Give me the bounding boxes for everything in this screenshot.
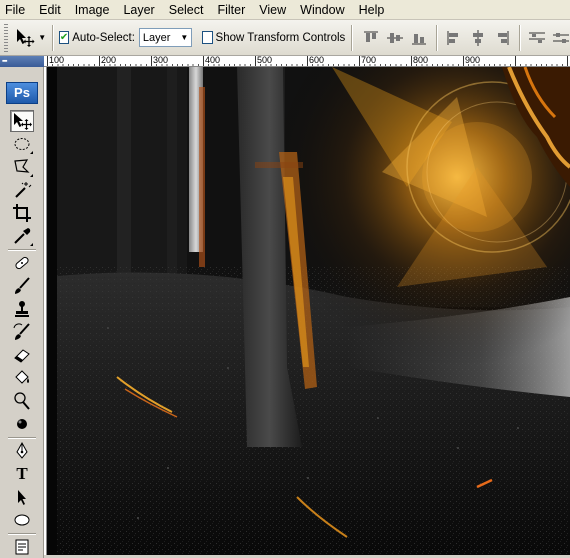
distribute-top-edges-icon[interactable]: [528, 29, 546, 47]
brush-icon: [15, 277, 30, 294]
history-brush-tool[interactable]: [10, 321, 34, 343]
toolbox-divider: [8, 533, 36, 534]
show-transform-label: Show Transform Controls: [215, 31, 346, 44]
distribute-vertical-centers-icon[interactable]: [552, 29, 570, 47]
menu-image[interactable]: Image: [69, 0, 118, 20]
magic-wand-icon: [15, 182, 32, 198]
path-selection-tool[interactable]: [10, 486, 34, 508]
menu-help[interactable]: Help: [353, 0, 393, 20]
auto-select-label: Auto-Select:: [72, 31, 135, 44]
ruler-label: 500: [257, 56, 273, 65]
tool-submenu-indicator: [30, 243, 33, 246]
ellipse-shape-tool[interactable]: [10, 509, 34, 531]
auto-select-checkbox[interactable]: ✔: [58, 31, 70, 44]
options-bar-grip[interactable]: [4, 23, 9, 52]
eraser-icon: [14, 349, 30, 363]
type-tool[interactable]: T: [10, 463, 34, 485]
ruler-label: 400: [205, 56, 221, 65]
ellipse-marquee-icon: [14, 138, 30, 150]
menu-edit[interactable]: Edit: [33, 0, 69, 20]
chevron-down-icon: ▼: [38, 33, 47, 42]
eyedropper-icon: [14, 228, 31, 244]
ruler-label: 600: [309, 56, 325, 65]
menu-file[interactable]: File: [0, 0, 33, 20]
dodge-icon: [14, 392, 30, 410]
menu-layer[interactable]: Layer: [117, 0, 162, 20]
eraser-tool[interactable]: [10, 344, 34, 366]
toolbox: ▪▪▪ Ps T: [0, 56, 44, 558]
toolbox-grip[interactable]: ▪▪▪: [0, 56, 44, 67]
note-icon: [15, 539, 29, 555]
eyedropper-tool[interactable]: [10, 225, 34, 247]
magic-wand-tool[interactable]: [10, 179, 34, 201]
elliptical-marquee-tool[interactable]: [10, 133, 34, 155]
burn-tool[interactable]: [10, 413, 34, 435]
ellipse-shape-icon: [14, 514, 30, 526]
ruler-label: 900: [465, 56, 481, 65]
align-right-edges-icon[interactable]: [493, 29, 511, 47]
crop-icon: [13, 204, 31, 222]
ruler-label: 200: [101, 56, 117, 65]
healing-brush-tool[interactable]: [10, 252, 34, 274]
align-buttons: [362, 24, 570, 51]
ruler-label: 100: [49, 56, 65, 65]
photoshop-logo[interactable]: Ps: [6, 82, 38, 104]
menu-bar: File Edit Image Layer Select Filter View…: [0, 0, 570, 20]
pen-tool[interactable]: [10, 440, 34, 462]
align-left-edges-icon[interactable]: [445, 29, 463, 47]
divider: [435, 24, 437, 51]
move-tool[interactable]: [10, 110, 34, 132]
notes-tool[interactable]: [10, 536, 34, 558]
path-selection-icon: [18, 490, 26, 505]
polygonal-lasso-tool[interactable]: [10, 156, 34, 178]
align-bottom-edges-icon[interactable]: [410, 29, 428, 47]
tool-preset-picker[interactable]: ▼: [14, 24, 46, 52]
options-bar: ▼ ✔ Auto-Select: Layer ▼ ✔ Show Transfor…: [0, 20, 570, 56]
dodge-tool[interactable]: [10, 390, 34, 412]
ruler-label: 700: [361, 56, 377, 65]
paint-bucket-tool[interactable]: [10, 367, 34, 389]
menu-window[interactable]: Window: [294, 0, 352, 20]
auto-select-value: Layer: [142, 31, 171, 44]
stamp-icon: [15, 301, 29, 317]
ruler-label: 300: [153, 56, 169, 65]
bandage-icon: [15, 256, 29, 270]
show-transform-checkbox[interactable]: ✔: [202, 31, 213, 44]
lasso-icon: [14, 159, 30, 173]
forest-artwork-image: [47, 67, 570, 558]
document-canvas[interactable]: [47, 67, 570, 558]
menu-view[interactable]: View: [253, 0, 294, 20]
divider: [52, 24, 53, 51]
paint-bucket-icon: [15, 370, 29, 384]
menu-filter[interactable]: Filter: [211, 0, 253, 20]
burn-icon: [17, 419, 27, 429]
align-horizontal-centers-icon[interactable]: [469, 29, 487, 47]
chevron-down-icon: ▼: [180, 33, 189, 42]
align-vertical-centers-icon[interactable]: [386, 29, 404, 47]
toolbox-divider: [8, 437, 36, 438]
horizontal-ruler[interactable]: 100 200 300 400 500 600 700 800 900: [47, 56, 570, 67]
tool-submenu-indicator: [30, 151, 33, 154]
divider: [351, 24, 352, 51]
move-tool-icon: [14, 113, 32, 130]
divider: [518, 24, 520, 51]
crop-tool[interactable]: [10, 202, 34, 224]
menu-select[interactable]: Select: [163, 0, 212, 20]
grip-dots-icon: ▪▪▪: [2, 58, 8, 65]
pen-icon: [16, 441, 28, 459]
ruler-label: 800: [413, 56, 429, 65]
tool-submenu-indicator: [30, 174, 33, 177]
move-tool-icon: [17, 28, 35, 47]
align-top-edges-icon[interactable]: [362, 29, 380, 47]
brush-tool[interactable]: [10, 275, 34, 297]
history-brush-icon: [13, 323, 30, 340]
clone-stamp-tool[interactable]: [10, 298, 34, 320]
toolbox-divider: [8, 249, 36, 250]
auto-select-dropdown[interactable]: Layer ▼: [138, 28, 193, 47]
